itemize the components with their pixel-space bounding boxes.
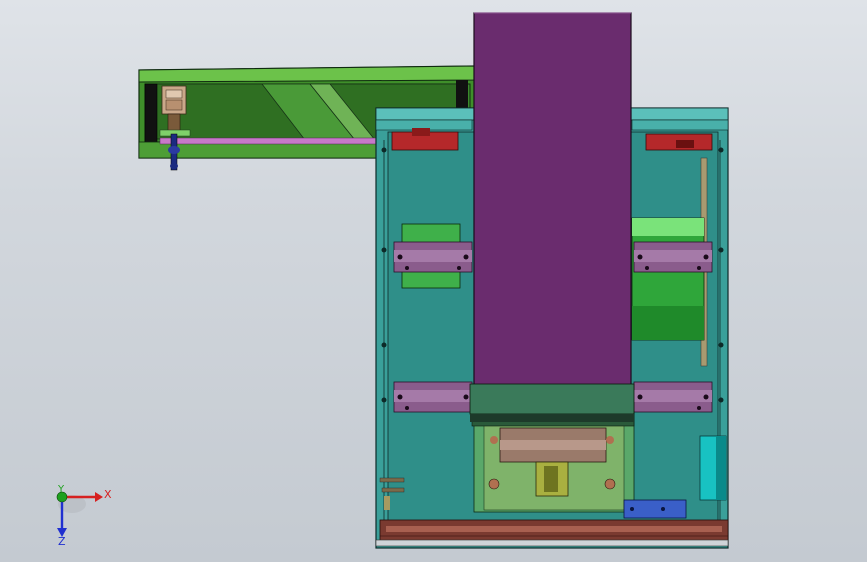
- column-housing[interactable]: [469, 12, 635, 422]
- cad-viewport[interactable]: X Y Z: [0, 0, 867, 562]
- cyan-roller[interactable]: [699, 435, 727, 501]
- blue-plate[interactable]: [623, 499, 687, 519]
- triad-z-label: Z: [58, 535, 66, 548]
- view-triad[interactable]: X Y Z: [56, 484, 112, 548]
- triad-y-label: Y: [57, 484, 65, 495]
- motor-cylinder[interactable]: [631, 217, 705, 341]
- triad-x-label: X: [104, 488, 112, 501]
